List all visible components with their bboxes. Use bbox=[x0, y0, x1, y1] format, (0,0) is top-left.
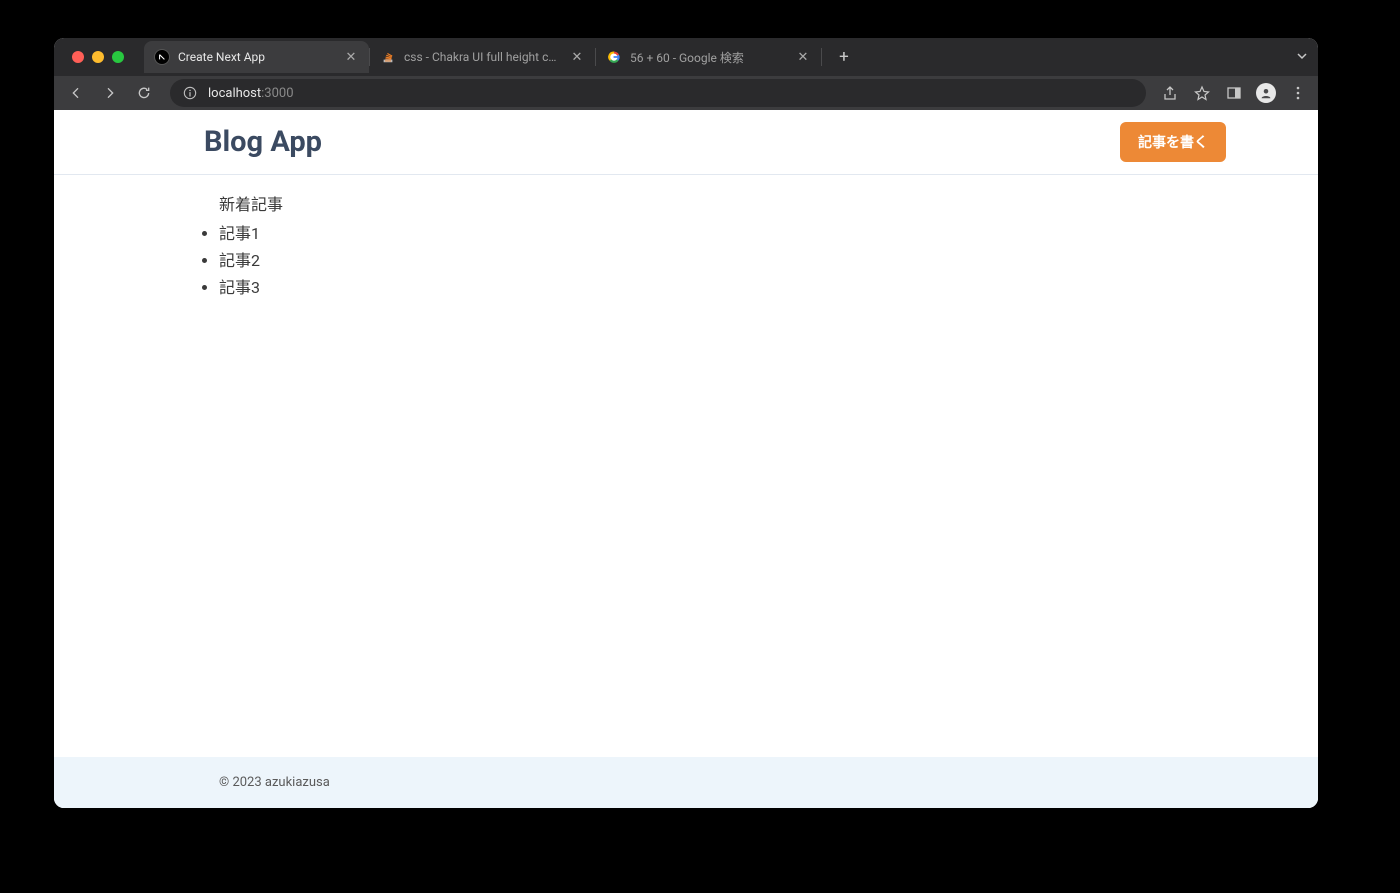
list-item[interactable]: 記事1 bbox=[219, 220, 1298, 244]
tab-title: css - Chakra UI full height com bbox=[404, 50, 561, 64]
close-icon[interactable]: ✕ bbox=[343, 49, 359, 65]
tab-active[interactable]: Create Next App ✕ bbox=[144, 41, 369, 73]
tab-title: Create Next App bbox=[178, 50, 335, 64]
address-bar: localhost:3000 bbox=[54, 76, 1318, 110]
chrome-top: Create Next App ✕ css - Chakra UI full h… bbox=[54, 38, 1318, 110]
app-footer: © 2023 azukiazusa bbox=[54, 757, 1318, 808]
share-icon[interactable] bbox=[1160, 83, 1180, 103]
close-icon[interactable]: ✕ bbox=[569, 49, 585, 65]
profile-icon[interactable] bbox=[1256, 83, 1276, 103]
list-item[interactable]: 記事2 bbox=[219, 247, 1298, 271]
tab-inactive[interactable]: 56 + 60 - Google 検索 ✕ bbox=[596, 41, 821, 73]
app-main: 新着記事 記事1 記事2 記事3 bbox=[54, 175, 1318, 757]
section-title: 新着記事 bbox=[219, 191, 1298, 215]
tab-separator bbox=[821, 48, 822, 66]
toolbar-right-icons bbox=[1160, 83, 1308, 103]
tab-title: 56 + 60 - Google 検索 bbox=[630, 49, 787, 66]
chevron-down-icon[interactable] bbox=[1296, 50, 1308, 65]
menu-icon[interactable] bbox=[1288, 83, 1308, 103]
google-favicon-icon bbox=[606, 49, 622, 65]
reload-button[interactable] bbox=[132, 81, 156, 105]
tab-inactive[interactable]: css - Chakra UI full height com ✕ bbox=[370, 41, 595, 73]
bookmark-icon[interactable] bbox=[1192, 83, 1212, 103]
copyright-text: © 2023 azukiazusa bbox=[219, 775, 330, 790]
write-post-button[interactable]: 記事を書く bbox=[1120, 122, 1226, 162]
page-viewport: Blog App 記事を書く 新着記事 記事1 記事2 記事3 © 2023 a… bbox=[54, 110, 1318, 808]
maximize-window-button[interactable] bbox=[112, 51, 124, 63]
browser-window: Create Next App ✕ css - Chakra UI full h… bbox=[54, 38, 1318, 808]
article-list: 記事1 記事2 記事3 bbox=[199, 220, 1298, 298]
tab-bar: Create Next App ✕ css - Chakra UI full h… bbox=[54, 38, 1318, 76]
app-header: Blog App 記事を書く bbox=[54, 110, 1318, 175]
close-icon[interactable]: ✕ bbox=[795, 49, 811, 65]
list-item[interactable]: 記事3 bbox=[219, 274, 1298, 298]
tabs-container: Create Next App ✕ css - Chakra UI full h… bbox=[144, 38, 858, 76]
back-button[interactable] bbox=[64, 81, 88, 105]
panel-icon[interactable] bbox=[1224, 83, 1244, 103]
app-title: Blog App bbox=[204, 125, 322, 159]
new-tab-button[interactable]: + bbox=[830, 43, 858, 71]
url-input[interactable]: localhost:3000 bbox=[170, 79, 1146, 107]
next-favicon-icon bbox=[154, 49, 170, 65]
url-host: localhost bbox=[208, 86, 261, 101]
stackoverflow-favicon-icon bbox=[380, 49, 396, 65]
close-window-button[interactable] bbox=[72, 51, 84, 63]
url-port: :3000 bbox=[261, 86, 293, 101]
url-text: localhost:3000 bbox=[208, 86, 294, 101]
site-info-icon[interactable] bbox=[182, 85, 198, 101]
forward-button[interactable] bbox=[98, 81, 122, 105]
window-controls bbox=[64, 51, 134, 63]
minimize-window-button[interactable] bbox=[92, 51, 104, 63]
